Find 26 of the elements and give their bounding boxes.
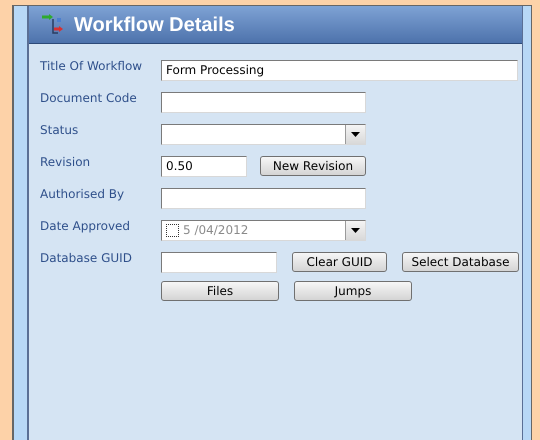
text-field[interactable] (161, 188, 366, 208)
field-label: Authorised By (40, 186, 126, 203)
caret-icon (351, 228, 360, 232)
field-label: Document Code (40, 90, 138, 107)
text-field[interactable] (161, 92, 366, 112)
checkbox[interactable] (166, 224, 179, 236)
dropdown-field[interactable] (161, 124, 366, 144)
action-button[interactable]: Files (161, 281, 279, 301)
action-button[interactable]: Clear GUID (292, 252, 387, 272)
caret-icon (351, 132, 360, 136)
date-value: 5 /04/2012 (182, 222, 250, 239)
field-label: Title Of Workflow (40, 58, 144, 75)
field-label: Date Approved (40, 218, 132, 235)
action-button[interactable]: Jumps (294, 281, 412, 301)
dropdown-button[interactable] (345, 124, 365, 144)
action-button[interactable]: New Revision (260, 156, 366, 176)
action-button[interactable]: Select Database (402, 252, 519, 272)
dropdown-button[interactable] (345, 220, 365, 240)
panel-title: Workflow Details (74, 12, 235, 38)
text-field[interactable]: 0.50 (161, 156, 247, 176)
field-label: Status (40, 122, 80, 139)
workflow-icon (40, 12, 64, 36)
text-field[interactable] (161, 252, 277, 272)
field-label: Revision (40, 154, 92, 171)
text-field[interactable]: Form Processing (161, 60, 518, 80)
field-label: Database GUID (40, 250, 133, 267)
